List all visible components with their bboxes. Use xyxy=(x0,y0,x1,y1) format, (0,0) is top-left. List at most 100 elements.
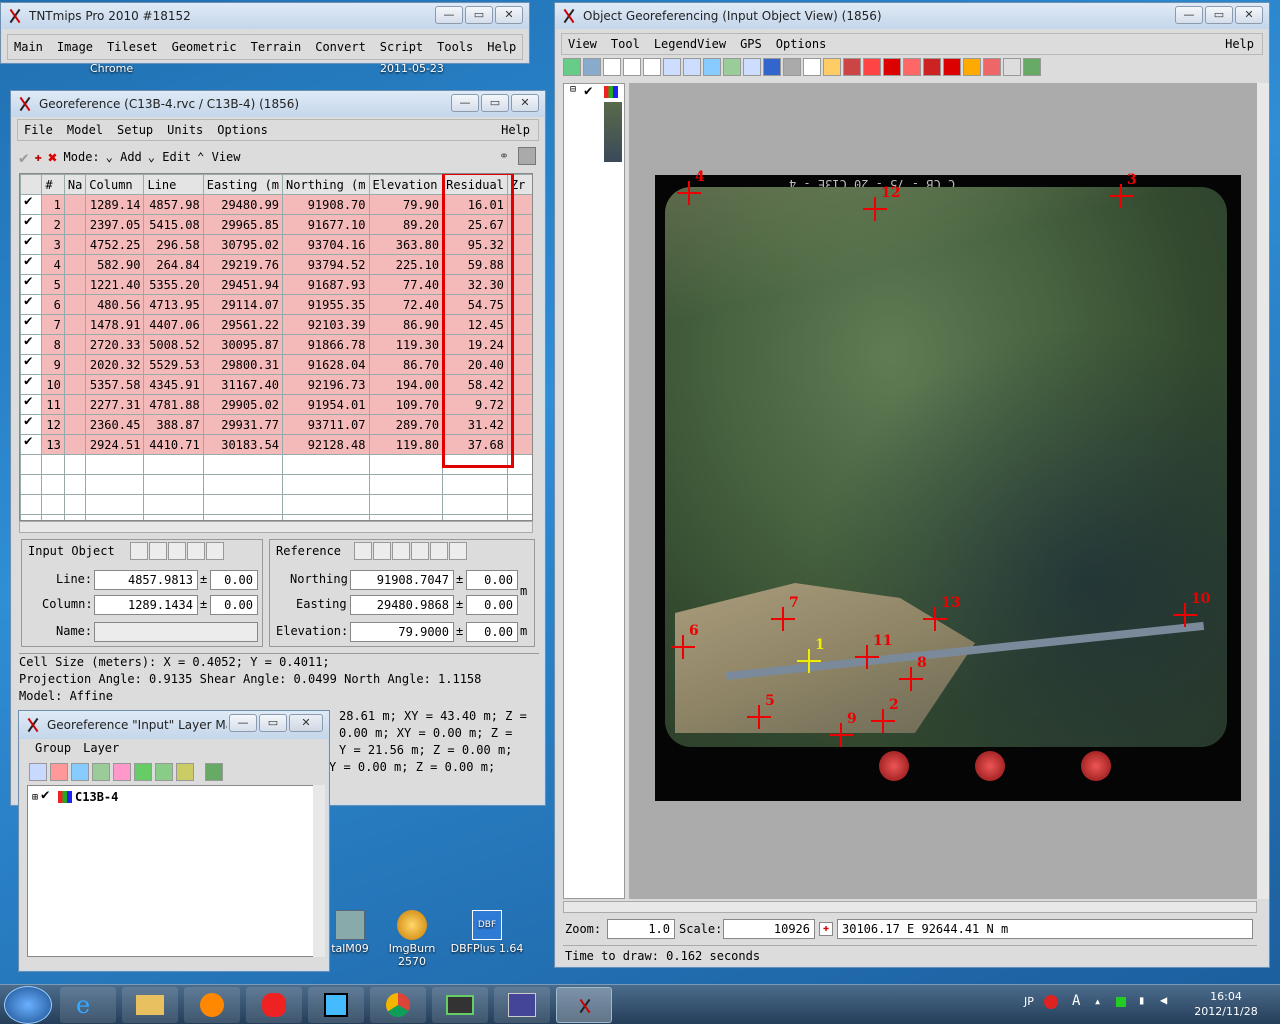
shape-icon[interactable] xyxy=(113,763,131,781)
legend-icon[interactable] xyxy=(803,58,821,76)
elevation-field[interactable]: 79.9000 xyxy=(350,622,454,642)
table-cell[interactable]: 29965.85 xyxy=(202,214,284,235)
table-cell[interactable]: 2397.05 xyxy=(85,214,145,235)
table-cell[interactable]: 2020.32 xyxy=(85,354,145,375)
layer-icon[interactable] xyxy=(843,58,861,76)
sketch-icon[interactable] xyxy=(963,58,981,76)
table-cell[interactable]: 2277.31 xyxy=(85,394,145,415)
maximize-button[interactable]: ▭ xyxy=(259,714,287,732)
menu-help[interactable]: Help xyxy=(487,40,516,54)
close-button[interactable]: ✕ xyxy=(1235,6,1263,24)
crosshair-icon[interactable]: ✚ xyxy=(819,922,833,936)
table-cell[interactable]: 1 xyxy=(41,194,65,215)
easting-error-field[interactable]: 0.00 xyxy=(466,595,518,615)
table-cell[interactable]: 91687.93 xyxy=(282,274,370,295)
table-cell[interactable]: 72.40 xyxy=(368,294,444,315)
tool-icon[interactable] xyxy=(149,542,167,560)
table-cell[interactable]: 91908.70 xyxy=(282,194,370,215)
taskbar-app[interactable] xyxy=(246,987,302,1023)
taskbar-app[interactable] xyxy=(308,987,364,1023)
vector-icon[interactable] xyxy=(71,763,89,781)
table-cell[interactable]: 29480.99 xyxy=(202,194,284,215)
raster-icon[interactable] xyxy=(50,763,68,781)
table-cell[interactable]: 77.40 xyxy=(368,274,444,295)
zoom-full-icon[interactable] xyxy=(703,58,721,76)
taskbar-app[interactable] xyxy=(432,987,488,1023)
northing-error-field[interactable]: 0.00 xyxy=(466,570,518,590)
minimize-button[interactable]: — xyxy=(1175,6,1203,24)
input-mode-icon[interactable]: A xyxy=(1072,993,1080,1009)
table-cell[interactable] xyxy=(63,314,87,335)
tool-icon[interactable] xyxy=(411,542,429,560)
menu-script[interactable]: Script xyxy=(380,40,423,54)
table-cell[interactable]: 289.70 xyxy=(368,414,444,435)
table-cell[interactable]: 2 xyxy=(41,214,65,235)
dot-grid-icon[interactable] xyxy=(1003,58,1021,76)
row-checkbox[interactable] xyxy=(20,394,43,415)
tool-icon[interactable] xyxy=(187,542,205,560)
mode-view-radio[interactable]: ⌃ View xyxy=(197,150,240,164)
menu-convert[interactable]: Convert xyxy=(315,40,366,54)
layer-controls-icon[interactable] xyxy=(205,763,223,781)
table-cell[interactable]: 29905.02 xyxy=(202,394,284,415)
menu-options[interactable]: Options xyxy=(776,37,827,51)
table-cell[interactable]: 3 xyxy=(41,234,65,255)
close-button[interactable]: ✕ xyxy=(495,6,523,24)
table-cell[interactable]: 388.87 xyxy=(143,414,204,435)
measure-icon[interactable] xyxy=(823,58,841,76)
refresh-icon[interactable] xyxy=(743,58,761,76)
layer-visible-checkbox[interactable] xyxy=(584,83,598,100)
redraw-icon[interactable] xyxy=(723,58,741,76)
table-cell[interactable]: 91954.01 xyxy=(282,394,370,415)
table-cell[interactable]: 29931.77 xyxy=(202,414,284,435)
taskbar-ie[interactable]: e xyxy=(60,987,116,1023)
menu-legendview[interactable]: LegendView xyxy=(654,37,726,51)
taskbar-media[interactable] xyxy=(184,987,240,1023)
zoom-field[interactable]: 1.0 xyxy=(607,919,675,939)
table-cell[interactable]: 1289.14 xyxy=(85,194,145,215)
zoom-red-icon[interactable] xyxy=(903,58,921,76)
map-view-canvas[interactable]: C CB - 75 - 20 C13E - 4 1 2 3 4 5 6 7 8 9 10 11 12 1… xyxy=(629,83,1257,899)
row-checkbox[interactable] xyxy=(20,354,43,375)
column-field[interactable]: 1289.1434 xyxy=(94,595,198,615)
table-cell[interactable]: 93711.07 xyxy=(282,414,370,435)
table-cell[interactable]: 91628.04 xyxy=(282,354,370,375)
menu-model[interactable]: Model xyxy=(67,123,103,137)
network-icon[interactable]: ▮ xyxy=(1138,993,1145,1007)
mode-add-radio[interactable]: ⌄ Add xyxy=(106,150,142,164)
menu-help[interactable]: Help xyxy=(501,123,538,137)
start-button[interactable] xyxy=(4,986,52,1024)
table-cell[interactable]: 5529.53 xyxy=(143,354,204,375)
table-cell[interactable]: 296.58 xyxy=(143,234,204,255)
table-cell[interactable]: 4 xyxy=(41,254,65,275)
taskbar-tntmips[interactable] xyxy=(556,987,612,1023)
table-cell[interactable]: 7 xyxy=(41,314,65,335)
database-icon[interactable] xyxy=(176,763,194,781)
menu-file[interactable]: File xyxy=(24,123,53,137)
table-cell[interactable] xyxy=(63,374,87,395)
table-cell[interactable]: 79.90 xyxy=(368,194,444,215)
controls-icon[interactable] xyxy=(1023,58,1041,76)
table-cell[interactable]: 8 xyxy=(41,334,65,355)
tool-icon[interactable] xyxy=(354,542,372,560)
menu-geometric[interactable]: Geometric xyxy=(172,40,237,54)
mode-edit-radio[interactable]: ⌄ Edit xyxy=(148,150,191,164)
tool-icon[interactable] xyxy=(449,542,467,560)
line-field[interactable]: 4857.9813 xyxy=(94,570,198,590)
menu-setup[interactable]: Setup xyxy=(117,123,153,137)
menu-tools[interactable]: Tools xyxy=(437,40,473,54)
vertical-scrollbar[interactable] xyxy=(1257,83,1269,899)
col-header[interactable]: Elevation xyxy=(368,174,444,195)
camera-icon[interactable] xyxy=(783,58,801,76)
panel-icon[interactable] xyxy=(518,147,536,165)
row-checkbox[interactable] xyxy=(20,234,43,255)
select-icon[interactable] xyxy=(563,58,581,76)
table-cell[interactable]: 109.70 xyxy=(368,394,444,415)
pan-icon[interactable] xyxy=(623,58,641,76)
zoom-box-icon[interactable] xyxy=(643,58,661,76)
language-indicator[interactable]: JP xyxy=(1024,995,1034,1008)
col-header[interactable]: Easting (m xyxy=(202,174,284,195)
table-cell[interactable]: 5357.58 xyxy=(85,374,145,395)
easting-field[interactable]: 29480.9868 xyxy=(350,595,454,615)
globe-icon[interactable] xyxy=(763,58,781,76)
